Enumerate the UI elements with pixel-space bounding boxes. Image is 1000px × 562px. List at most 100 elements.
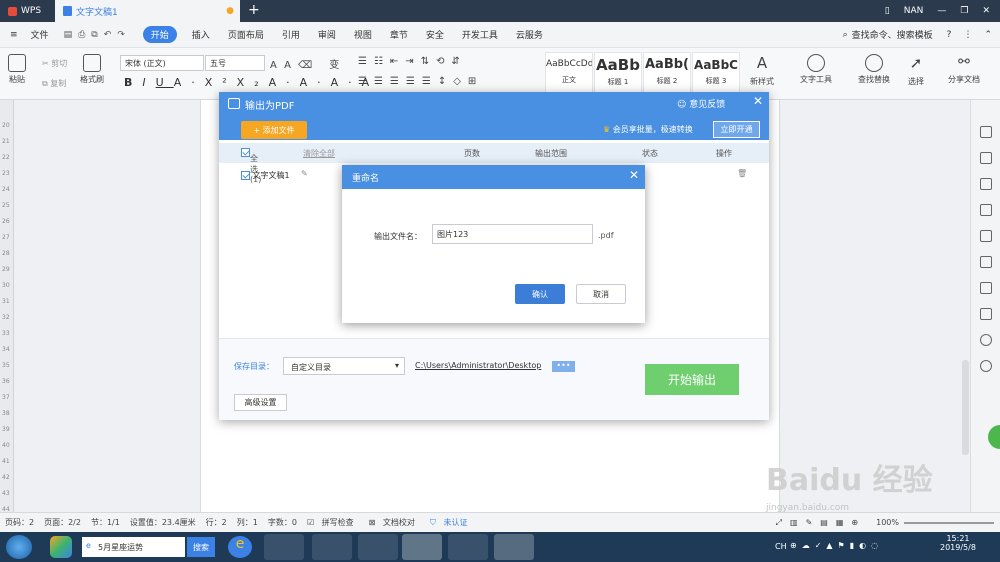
- new-tab-button[interactable]: +: [248, 2, 260, 18]
- font-family-select[interactable]: 宋体 (正文): [120, 55, 204, 71]
- help-circle-icon[interactable]: [980, 360, 992, 372]
- watermark-text: Baidu 经验: [766, 463, 933, 498]
- taskbar-explorer[interactable]: [264, 534, 304, 560]
- cut-button[interactable]: ✂ 剪切: [42, 58, 67, 69]
- menu-reference[interactable]: 引用: [273, 28, 309, 41]
- select-all-checkbox[interactable]: 全选 (1): [241, 148, 261, 184]
- taskbar-cloud[interactable]: [402, 534, 442, 560]
- feedback-link[interactable]: ☺ 意见反馈: [677, 97, 725, 110]
- quick-access-icons[interactable]: ▤⎙⧉↶↷: [58, 30, 137, 40]
- text-tool-button[interactable]: 文字工具: [800, 54, 832, 85]
- clear-all-link[interactable]: 清除全部: [303, 148, 335, 159]
- restore-icon[interactable]: ❐: [960, 6, 968, 16]
- add-file-button[interactable]: + 添加文件: [241, 121, 307, 139]
- start-export-button[interactable]: 开始输出: [645, 364, 739, 395]
- delete-icon[interactable]: 🗑: [737, 169, 747, 178]
- select-button[interactable]: ➚ 选择: [908, 54, 924, 87]
- save-path-link[interactable]: C:\Users\Administrator\Desktop: [415, 361, 549, 370]
- start-icon[interactable]: [6, 535, 32, 559]
- view-icon[interactable]: [980, 282, 992, 294]
- minimize-icon[interactable]: —: [937, 6, 946, 16]
- tab-wps-home[interactable]: WPS: [0, 0, 55, 22]
- pen-icon[interactable]: [980, 126, 992, 138]
- new-style-button[interactable]: A 新样式: [750, 54, 774, 87]
- edit-icon[interactable]: ✎: [301, 169, 308, 178]
- taskbar-wps-writer[interactable]: [448, 534, 488, 560]
- image-icon[interactable]: [980, 256, 992, 268]
- menu-chapter[interactable]: 章节: [381, 28, 417, 41]
- taskbar-photos[interactable]: [312, 534, 352, 560]
- cube-icon[interactable]: [980, 308, 992, 320]
- menu-file[interactable]: 文件: [22, 28, 58, 41]
- share-button[interactable]: ⚯ 分享文档: [948, 54, 980, 85]
- adjust-icon[interactable]: [980, 204, 992, 216]
- clock-date: 2019/5/8: [940, 543, 976, 552]
- output-filename-input[interactable]: [432, 224, 593, 244]
- app-icon[interactable]: [50, 536, 72, 558]
- menu-cloud[interactable]: 云服务: [507, 28, 552, 41]
- copy-button[interactable]: ⧉ 复制: [42, 78, 66, 89]
- paste-button[interactable]: 粘贴: [8, 54, 26, 85]
- tray-icons[interactable]: ⊕☁✓▲⚑▮◐◌: [790, 541, 883, 550]
- spell-check-button[interactable]: ☑ 拼写检查: [302, 517, 364, 528]
- vertical-scrollbar[interactable]: [962, 360, 969, 455]
- style-heading-2[interactable]: AaBb( 标题 2: [643, 52, 691, 94]
- help-icon[interactable]: ?: [947, 30, 952, 40]
- style-normal[interactable]: AaBbCcDd 正文: [545, 52, 593, 94]
- find-replace-button[interactable]: 查找替换: [858, 54, 890, 85]
- browse-button[interactable]: •••: [552, 361, 575, 372]
- chevron-down-icon: ▾: [394, 361, 399, 370]
- taskbar-search-input[interactable]: e 5月星座运势: [82, 537, 185, 557]
- advanced-settings-button[interactable]: 高级设置: [234, 394, 287, 411]
- search-command[interactable]: ⌕ 查找命令、搜索模板 ? ⋮ ⌃: [843, 28, 1000, 42]
- menu-insert[interactable]: 插入: [183, 28, 219, 41]
- tab-document[interactable]: 文字文稿1 ●: [55, 0, 240, 22]
- status-words[interactable]: 字数：0: [263, 517, 302, 528]
- font-style-buttons[interactable]: BIUA·X²X₂A·A·A·A: [124, 76, 379, 89]
- font-size-grow-icons[interactable]: AA⌫ 变: [270, 56, 346, 71]
- taskbar-flash[interactable]: [358, 534, 398, 560]
- hamburger-icon[interactable]: ≡: [0, 30, 22, 40]
- user-name[interactable]: NAN: [904, 6, 924, 16]
- ie-icon[interactable]: e: [228, 536, 252, 558]
- style-heading-2-name: 标题 2: [656, 77, 678, 85]
- menu-home[interactable]: 开始: [142, 26, 177, 43]
- col-range: 输出范围: [535, 149, 567, 158]
- copy-icon[interactable]: [980, 230, 992, 242]
- font-size-select[interactable]: 五号: [205, 55, 265, 71]
- proofread-button[interactable]: ⊠ 文档校对: [364, 517, 425, 528]
- collapse-icon[interactable]: ⌃: [984, 30, 992, 40]
- clock[interactable]: 15:21 2019/5/8: [940, 534, 976, 552]
- wrench-icon: [807, 54, 825, 72]
- close-window-icon[interactable]: ✕: [982, 6, 990, 16]
- taskbar-wps-w[interactable]: [494, 534, 534, 560]
- cert-button[interactable]: ⛉ 未认证: [425, 517, 478, 528]
- menu-developer[interactable]: 开发工具: [453, 28, 507, 41]
- style-heading-1[interactable]: AaBb 标题 1: [594, 52, 642, 94]
- taskbar-search-button[interactable]: 搜索: [187, 537, 215, 557]
- menu-page-layout[interactable]: 页面布局: [219, 28, 273, 41]
- confirm-button[interactable]: 确认: [515, 284, 565, 304]
- dialog-close-icon[interactable]: ✕: [753, 94, 763, 108]
- menu-view[interactable]: 视图: [345, 28, 381, 41]
- menu-security[interactable]: 安全: [417, 28, 453, 41]
- save-dir-select[interactable]: 自定义目录 ▾: [283, 357, 405, 375]
- input-language[interactable]: CH: [775, 542, 787, 551]
- file-checkbox[interactable]: 文字文稿1: [241, 170, 290, 181]
- add-file-label: 添加文件: [262, 125, 295, 135]
- device-icon[interactable]: ▯: [885, 6, 890, 16]
- align-buttons[interactable]: ☰☰☰☰☰↕◇⊞: [358, 76, 483, 87]
- paragraph-buttons[interactable]: ☰☷⇤⇥⇅⟲⇵: [358, 56, 467, 67]
- more-icon[interactable]: ⋮: [963, 30, 972, 40]
- pointer-icon[interactable]: [980, 152, 992, 164]
- cancel-button[interactable]: 取消: [576, 284, 626, 304]
- format-painter-button[interactable]: 格式刷: [80, 54, 104, 85]
- style-heading-3[interactable]: AaBbC 标题 3: [692, 52, 740, 94]
- ruler-number: 28: [2, 250, 10, 257]
- open-membership-button[interactable]: 立即开通: [713, 121, 760, 138]
- rename-close-icon[interactable]: ✕: [629, 168, 639, 182]
- menu-review[interactable]: 审阅: [309, 28, 345, 41]
- shapes-icon[interactable]: [980, 178, 992, 190]
- style-normal-preview: AaBbCcDd: [546, 59, 592, 69]
- history-icon[interactable]: [980, 334, 992, 346]
